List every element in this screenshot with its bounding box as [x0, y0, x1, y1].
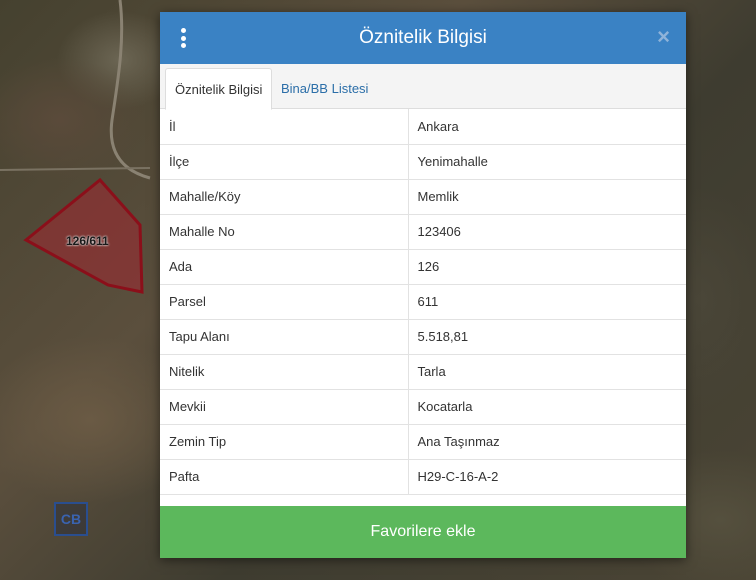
- table-row: Pafta H29-C-16-A-2: [160, 459, 686, 495]
- attribute-table: İl Ankara İlçe Yenimahalle Mahalle/Köy Memlik…: [160, 109, 686, 495]
- table-row: Mahalle No 123406: [160, 214, 686, 250]
- table-row: Nitelik Tarla: [160, 354, 686, 390]
- kebab-menu-icon[interactable]: [180, 28, 186, 48]
- tab-bar: Öznitelik Bilgisi Bina/BB Listesi: [160, 64, 686, 110]
- attribute-value: Ankara: [408, 109, 686, 145]
- attribute-key: Pafta: [160, 459, 409, 495]
- attribute-value: Tarla: [408, 354, 686, 390]
- road: [0, 167, 151, 171]
- attribute-value: Kocatarla: [408, 389, 686, 425]
- tab-building-list[interactable]: Bina/BB Listesi: [272, 68, 377, 108]
- road: [109, 0, 151, 180]
- close-icon[interactable]: ×: [657, 25, 670, 49]
- attribute-key: Tapu Alanı: [160, 319, 409, 355]
- attribute-value: Ana Taşınmaz: [408, 424, 686, 460]
- attribute-key: Zemin Tip: [160, 424, 409, 460]
- attribute-key: Mevkii: [160, 389, 409, 425]
- attribute-key: Mahalle/Köy: [160, 179, 409, 215]
- attribute-dialog: Öznitelik Bilgisi × Öznitelik Bilgisi Bi…: [160, 12, 686, 558]
- dialog-header: Öznitelik Bilgisi ×: [160, 12, 686, 64]
- table-row: Mahalle/Köy Memlik: [160, 179, 686, 215]
- attribute-key: Parsel: [160, 284, 409, 320]
- add-favorite-button[interactable]: Favorilere ekle: [160, 506, 686, 558]
- company-logo: CB: [54, 502, 88, 536]
- attribute-key: Mahalle No: [160, 214, 409, 250]
- attribute-key: Ada: [160, 249, 409, 285]
- attribute-key: İlçe: [160, 144, 409, 180]
- attribute-key: İl: [160, 109, 409, 145]
- table-row: Ada 126: [160, 249, 686, 285]
- table-row: İl Ankara: [160, 109, 686, 145]
- attribute-value: 123406: [408, 214, 686, 250]
- table-row: Zemin Tip Ana Taşınmaz: [160, 424, 686, 460]
- dialog-title: Öznitelik Bilgisi: [359, 27, 487, 48]
- attribute-value: H29-C-16-A-2: [408, 459, 686, 495]
- attribute-value: 611: [408, 284, 686, 320]
- attribute-value: 5.518,81: [408, 319, 686, 355]
- parcel-label: 126/611: [66, 234, 109, 248]
- attribute-key: Nitelik: [160, 354, 409, 390]
- table-row: İlçe Yenimahalle: [160, 144, 686, 180]
- attribute-value: Memlik: [408, 179, 686, 215]
- tab-attribute-info[interactable]: Öznitelik Bilgisi: [165, 68, 273, 110]
- table-row: Mevkii Kocatarla: [160, 389, 686, 425]
- attribute-value: 126: [408, 249, 686, 285]
- attribute-value: Yenimahalle: [408, 144, 686, 180]
- table-row: Parsel 611: [160, 284, 686, 320]
- table-row: Tapu Alanı 5.518,81: [160, 319, 686, 355]
